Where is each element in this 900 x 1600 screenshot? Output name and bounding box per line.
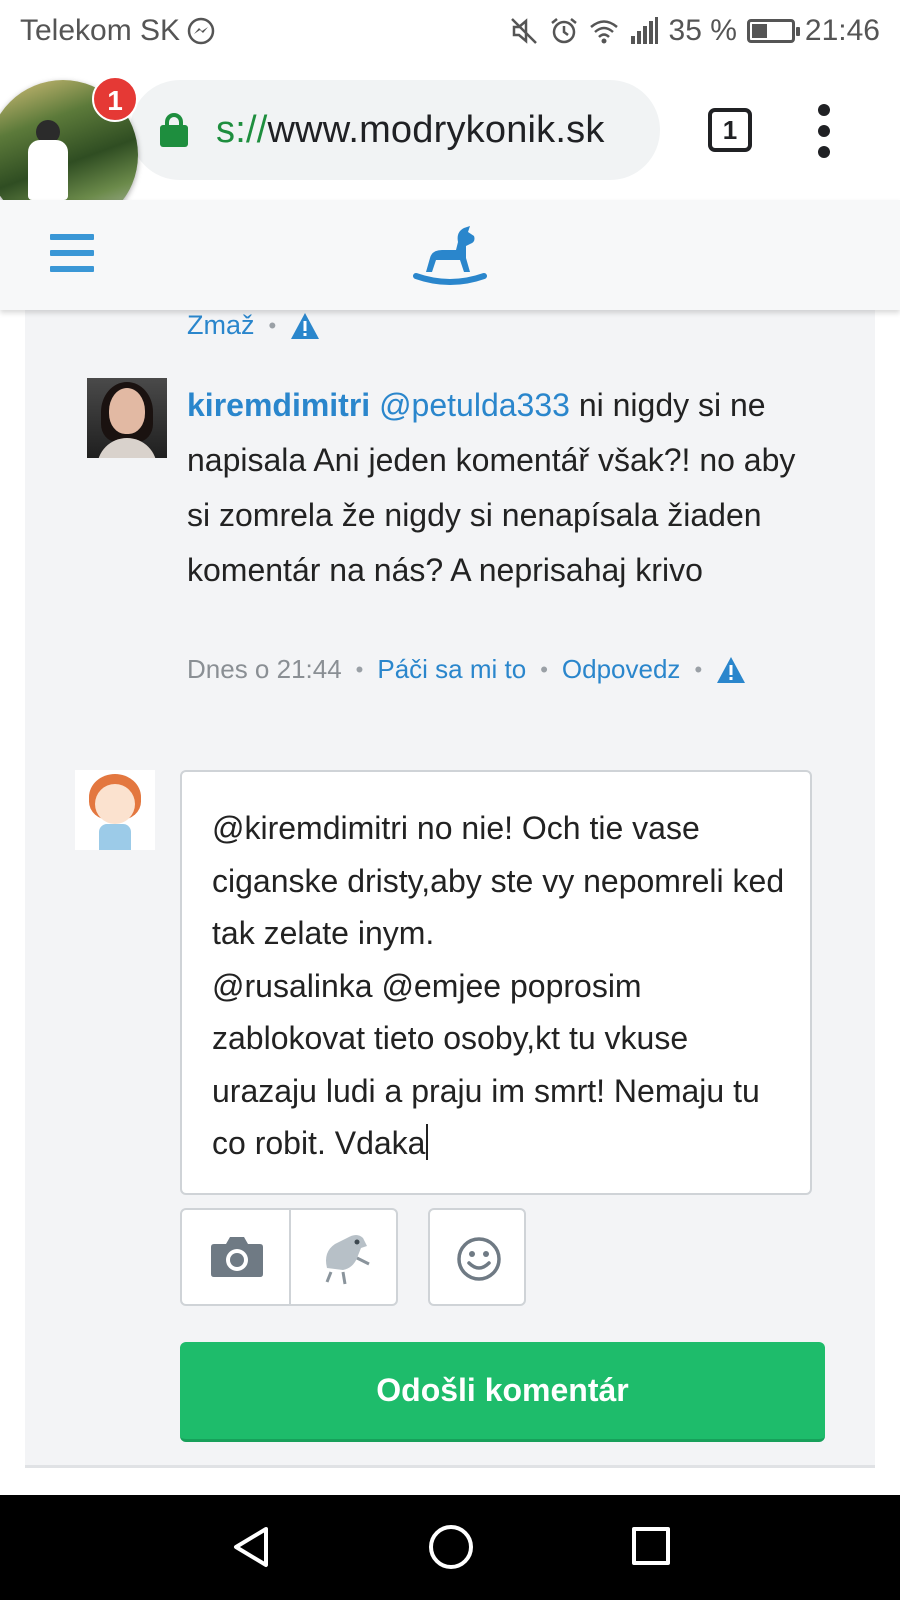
emoji-button[interactable] xyxy=(428,1208,526,1306)
battery-icon xyxy=(746,19,800,43)
battery-level xyxy=(751,24,767,38)
add-sticker-button[interactable] xyxy=(289,1210,396,1304)
battery-percent: 35 % xyxy=(668,14,737,47)
recent-apps-icon[interactable] xyxy=(632,1527,670,1565)
address-bar[interactable]: s://www.modrykonik.sk xyxy=(130,80,660,180)
comments-card: Zmaž • kiremdimitri @petulda333 ni nigdy… xyxy=(25,310,875,1468)
comment-timestamp: Dnes o 21:44 xyxy=(187,654,342,684)
add-photo-button[interactable] xyxy=(182,1210,289,1304)
delete-link[interactable]: Zmaž xyxy=(187,310,255,341)
clock: 21:46 xyxy=(804,14,880,47)
text-cursor xyxy=(426,1124,429,1160)
submit-comment-button[interactable]: Odošli komentár xyxy=(180,1342,825,1442)
smiley-icon xyxy=(457,1237,501,1281)
system-navigation-bar xyxy=(0,1495,900,1600)
current-user-avatar xyxy=(75,770,155,850)
browser-toolbar: s://www.modrykonik.sk 1 xyxy=(0,62,900,200)
attachment-buttons xyxy=(180,1208,398,1306)
comment-author-avatar[interactable] xyxy=(87,378,167,458)
comment-input[interactable]: @kiremdimitri no nie! Och tie vase cigan… xyxy=(180,770,812,1195)
report-warning-icon[interactable] xyxy=(290,312,320,340)
chat-unread-badge: 1 xyxy=(92,76,138,122)
reply-link[interactable]: Odpovedz xyxy=(562,654,681,685)
rocking-horse-logo-icon[interactable] xyxy=(412,222,488,286)
camera-icon xyxy=(211,1237,263,1277)
carrier-name: Telekom SK xyxy=(20,14,181,47)
report-warning-icon[interactable] xyxy=(716,656,746,684)
comment-mention-link[interactable]: @petulda333 xyxy=(379,387,570,423)
comment-author-link[interactable]: kiremdimitri xyxy=(187,387,370,423)
url-text[interactable]: s://www.modrykonik.sk xyxy=(216,109,605,152)
messenger-icon xyxy=(187,17,215,45)
like-link[interactable]: Páči sa mi to xyxy=(377,654,526,685)
separator-dot: • xyxy=(694,656,703,682)
wifi-icon xyxy=(589,20,618,44)
alarm-icon xyxy=(550,18,577,44)
hamburger-menu-icon[interactable] xyxy=(50,234,94,272)
home-icon[interactable] xyxy=(429,1525,473,1569)
overflow-menu-icon[interactable] xyxy=(818,104,832,158)
status-bar: Telekom SK 35 % 21:46 xyxy=(0,0,900,62)
back-icon[interactable] xyxy=(230,1525,272,1569)
signal-icon xyxy=(630,17,658,44)
page-content: Zmaž • kiremdimitri @petulda333 ni nigdy… xyxy=(0,310,900,1495)
comment-meta: Dnes o 21:44 • Páči sa mi to • Odpovedz … xyxy=(187,654,746,685)
separator-dot: • xyxy=(355,656,364,682)
sticker-icon xyxy=(325,1235,370,1285)
separator-dot: • xyxy=(540,656,548,682)
site-header xyxy=(0,200,900,310)
previous-comment-actions: Zmaž • xyxy=(187,310,320,341)
tab-switcher-button[interactable]: 1 xyxy=(708,108,752,152)
mute-icon xyxy=(510,18,537,44)
separator-dot: • xyxy=(268,312,277,338)
lock-icon[interactable] xyxy=(160,113,188,147)
comment-body: kiremdimitri @petulda333 ni nigdy si ne … xyxy=(187,378,827,598)
